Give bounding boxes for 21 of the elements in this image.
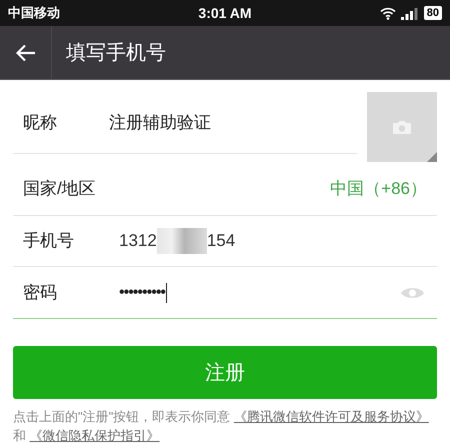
password-field[interactable]: ••••••••••	[119, 280, 400, 304]
agreement-text: 点击上面的"注册"按钮，即表示你同意 《腾讯微信软件许可及服务协议》 和 《微信隐私保护指引》	[13, 408, 430, 445]
phone-field[interactable]: 1312 154	[119, 228, 236, 254]
corner-triangle-icon	[427, 152, 437, 162]
country-selector[interactable]: 国家/地区 中国（+86）	[13, 162, 437, 216]
battery-indicator: 80	[424, 6, 442, 20]
camera-icon	[392, 120, 412, 134]
nickname-label: 昵称	[22, 112, 58, 134]
avatar-upload[interactable]	[367, 92, 437, 162]
wifi-icon	[380, 6, 396, 20]
back-arrow-icon	[16, 44, 36, 62]
carrier: 中国移动	[8, 4, 61, 22]
password-label: 密码	[22, 282, 58, 304]
page-title: 填写手机号	[66, 40, 166, 66]
privacy-link[interactable]: 《微信隐私保护指引》	[30, 428, 160, 443]
nickname-field[interactable]: 注册辅助验证	[109, 110, 211, 136]
signal-icon	[400, 6, 419, 20]
phone-label: 手机号	[22, 230, 75, 252]
clock: 3:01 AM	[198, 4, 252, 22]
eye-icon[interactable]	[400, 286, 425, 300]
license-link[interactable]: 《腾讯微信软件许可及服务协议》	[234, 409, 429, 424]
